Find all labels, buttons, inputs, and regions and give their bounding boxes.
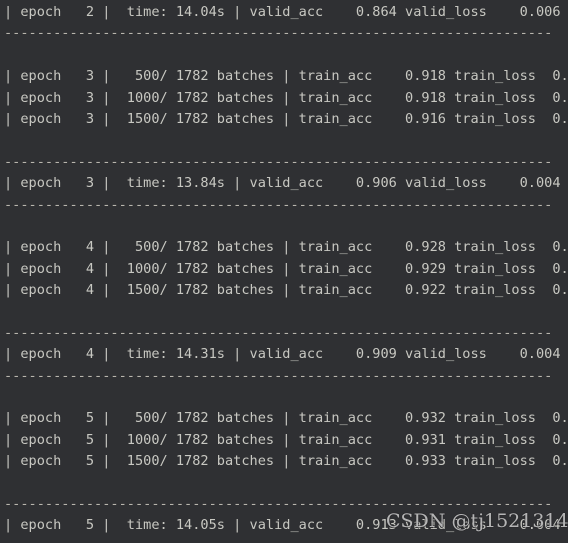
- console-separator-line: ----------------------------------------…: [4, 196, 553, 213]
- console-log-line: | epoch 3 | 1500/ 1782 batches | train_a…: [4, 110, 568, 127]
- console-log-line: | epoch 3 | time: 13.84s | valid_acc 0.9…: [4, 175, 561, 192]
- console-separator-line: ----------------------------------------…: [4, 25, 553, 42]
- console-separator-line: ----------------------------------------…: [4, 495, 553, 512]
- console-log-line: | epoch 4 | 500/ 1782 batches | train_ac…: [4, 239, 568, 256]
- console-separator-line: ----------------------------------------…: [4, 324, 553, 341]
- console-log-line: | epoch 5 | 500/ 1782 batches | train_ac…: [4, 410, 568, 427]
- console-log-line: | epoch 3 | 1000/ 1782 batches | train_a…: [4, 89, 568, 106]
- console-separator-line: ----------------------------------------…: [4, 537, 568, 543]
- console-log-line: | epoch 3 | 500/ 1782 batches | train_ac…: [4, 68, 568, 85]
- console-log-line: | epoch 5 | 1500/ 1782 batches | train_a…: [4, 453, 568, 470]
- console-log-line: | epoch 4 | 1500/ 1782 batches | train_a…: [4, 282, 568, 299]
- console-separator-line: ----------------------------------------…: [4, 153, 553, 170]
- console-log-line: | epoch 4 | 1000/ 1782 batches | train_a…: [4, 260, 568, 277]
- console-output[interactable]: | epoch 2 | time: 14.04s | valid_acc 0.8…: [4, 2, 568, 543]
- console-log-line: | epoch 5 | time: 14.05s | valid_acc 0.9…: [4, 517, 561, 534]
- console-log-line: | epoch 5 | 1000/ 1782 batches | train_a…: [4, 431, 568, 448]
- terminal-window[interactable]: | epoch 2 | time: 14.04s | valid_acc 0.8…: [0, 0, 568, 543]
- console-log-line: | epoch 2 | time: 14.04s | valid_acc 0.8…: [4, 4, 561, 20]
- console-log-line: | epoch 4 | time: 14.31s | valid_acc 0.9…: [4, 346, 561, 363]
- console-separator-line: ----------------------------------------…: [4, 367, 553, 384]
